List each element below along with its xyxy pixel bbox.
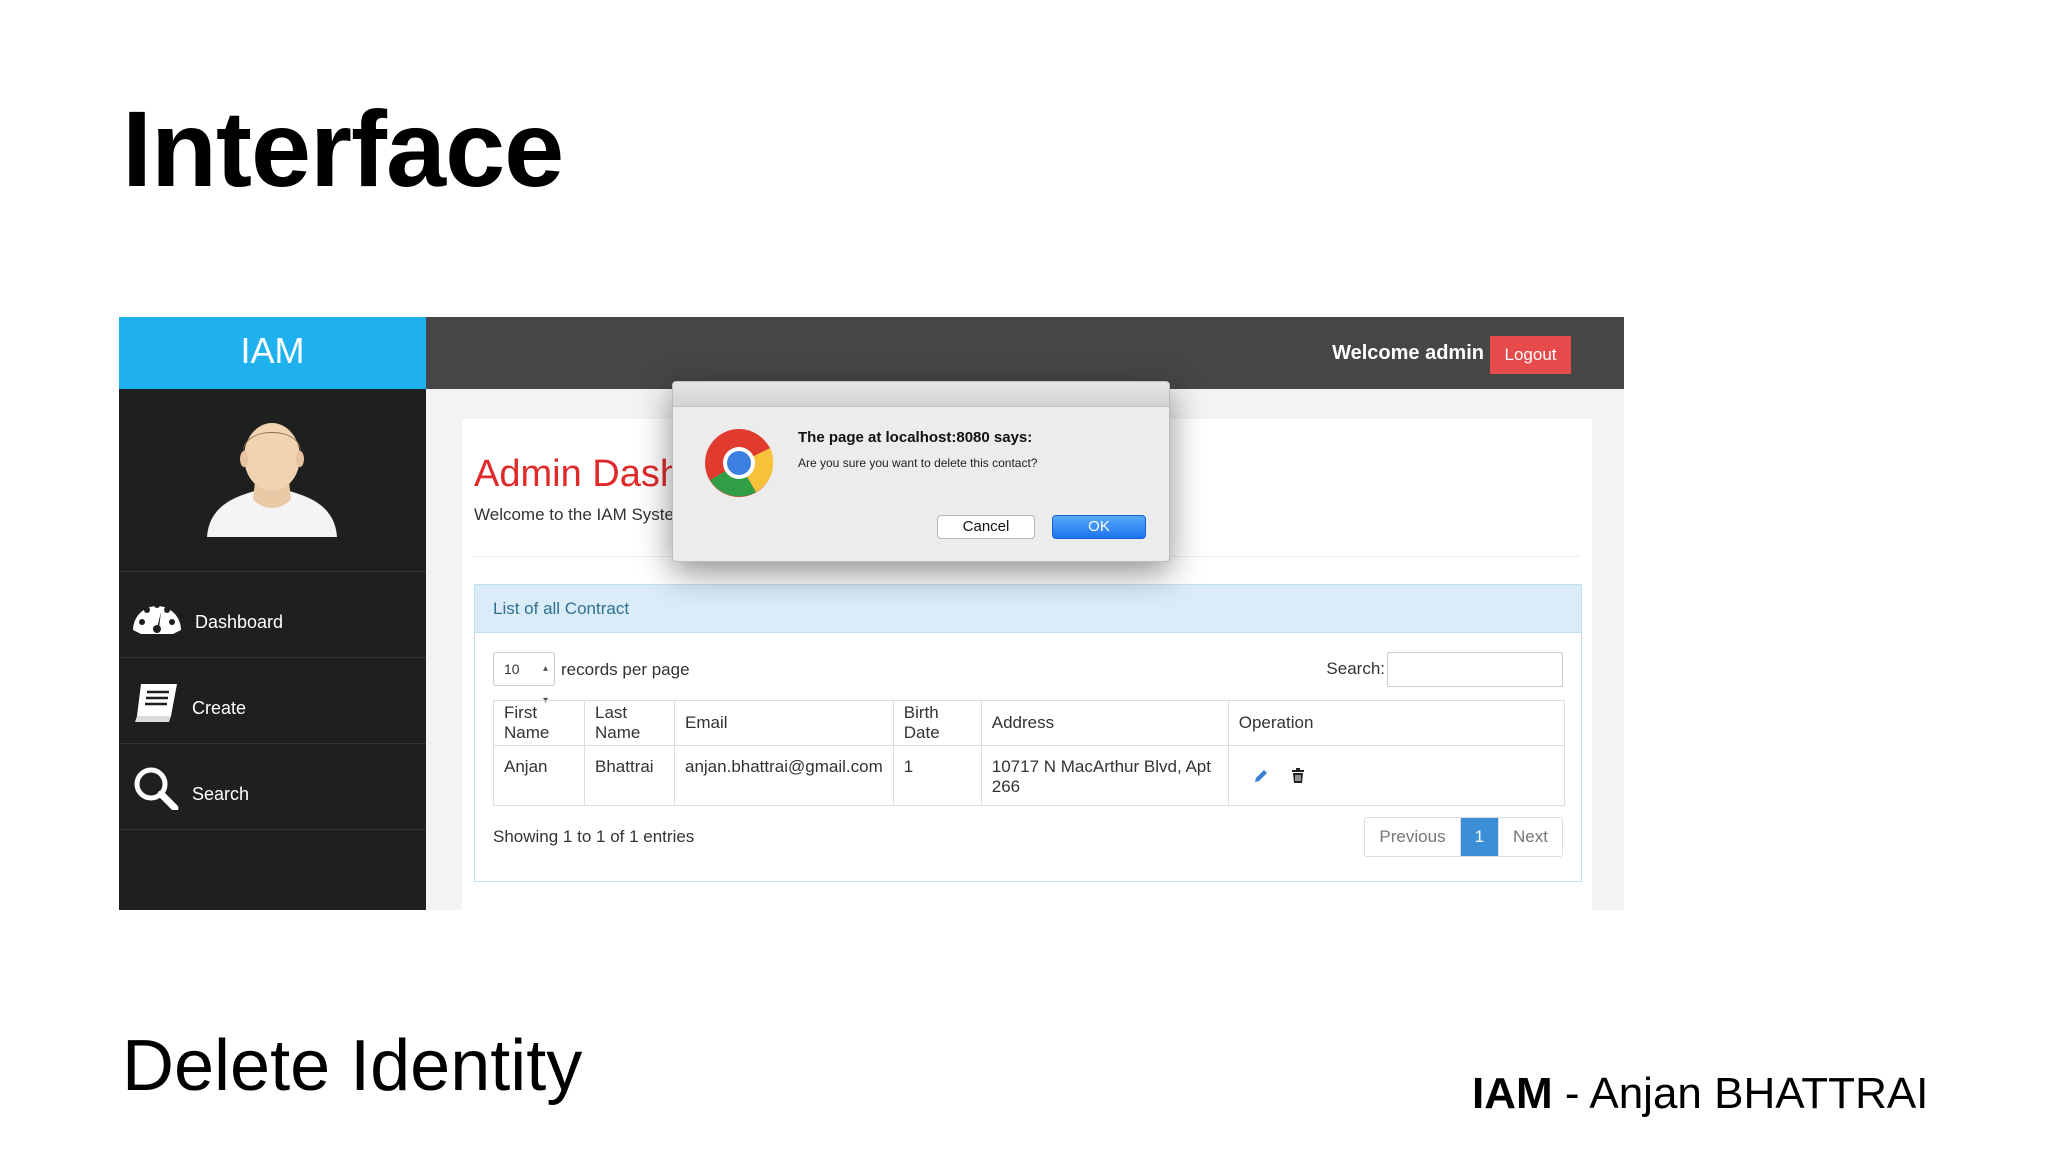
- sidebar-item-label: Create: [192, 698, 247, 718]
- cell-email: anjan.bhattrai@gmail.com: [674, 745, 894, 806]
- sidebar-item-dashboard[interactable]: Dashboard: [119, 572, 426, 658]
- column-header-last-name[interactable]: Last Name: [584, 700, 675, 746]
- magnifier-icon: [134, 767, 179, 810]
- pagination-page-1[interactable]: 1: [1460, 818, 1499, 856]
- footer-brand: IAM: [1472, 1069, 1553, 1118]
- edit-pencil-icon[interactable]: [1253, 768, 1269, 784]
- page-title: Admin Dash: [474, 453, 681, 495]
- app-brand: IAM: [119, 317, 426, 389]
- avatar: [119, 389, 426, 572]
- footer-author: Anjan BHATTRAI: [1589, 1069, 1929, 1118]
- delete-trash-icon[interactable]: [1291, 768, 1305, 784]
- logout-button[interactable]: Logout: [1490, 336, 1571, 374]
- slide-footer: IAM - Anjan BHATTRAI: [1472, 1072, 1928, 1116]
- sidebar-item-label: Search: [192, 784, 250, 804]
- column-header-first-name[interactable]: First Name: [493, 700, 585, 746]
- dialog-message: Are you sure you want to delete this con…: [798, 456, 1038, 470]
- book-icon: [135, 684, 177, 722]
- welcome-text: Welcome admin: [1332, 342, 1484, 364]
- cell-first-name: Anjan: [493, 745, 585, 806]
- slide-title: Interface: [122, 88, 564, 209]
- pagination-previous[interactable]: Previous: [1365, 818, 1461, 856]
- top-bar: Welcome admin Logout: [426, 317, 1624, 389]
- dialog-title-bar: [673, 382, 1169, 407]
- column-header-birth-date[interactable]: Birth Date: [892, 700, 982, 746]
- dashboard-gauge-icon: [133, 602, 181, 634]
- cell-address: 10717 N MacArthur Blvd, Apt 266: [980, 745, 1229, 806]
- cell-birth-date: 1: [892, 745, 982, 806]
- table-header-row: First Name Last Name Email Birth Date Ad…: [493, 700, 1566, 746]
- sidebar-item-label: Dashboard: [195, 612, 284, 632]
- cell-operation: [1227, 745, 1566, 806]
- dialog-ok-button[interactable]: OK: [1052, 515, 1146, 539]
- user-avatar-icon: [207, 423, 337, 537]
- column-header-email[interactable]: Email: [674, 700, 894, 746]
- sidebar-item-create[interactable]: Create: [119, 658, 426, 744]
- cell-last-name: Bhattrai: [584, 745, 675, 806]
- search-label: Search:: [1326, 659, 1385, 678]
- records-per-page-select[interactable]: 10 ▴ ▾: [493, 652, 555, 706]
- chrome-logo-icon: [705, 429, 774, 497]
- app-screenshot: IAM Dashboard Create Search Welcome admi…: [119, 317, 1624, 910]
- dialog-cancel-button[interactable]: Cancel: [937, 515, 1035, 539]
- page-subtitle: Welcome to the IAM Syste: [474, 505, 674, 524]
- contacts-panel: List of all Contract 10 ▴ ▾ records per p…: [474, 584, 1582, 882]
- column-header-operation[interactable]: Operation: [1227, 700, 1566, 746]
- pagination-next[interactable]: Next: [1498, 818, 1562, 856]
- records-per-page-value: 10: [504, 661, 520, 677]
- slide-subtitle: Delete Identity: [122, 1026, 583, 1106]
- dialog-title: The page at localhost:8080 says:: [798, 429, 1033, 446]
- footer-separator: -: [1552, 1069, 1590, 1118]
- pagination: Previous 1 Next: [1364, 817, 1563, 857]
- search-input[interactable]: [1387, 652, 1563, 687]
- panel-title: List of all Contract: [475, 585, 1581, 633]
- sidebar-item-search[interactable]: Search: [119, 744, 426, 830]
- table-info: Showing 1 to 1 of 1 entries: [493, 827, 695, 846]
- column-header-address[interactable]: Address: [980, 700, 1229, 746]
- contacts-table: First Name Last Name Email Birth Date Ad…: [493, 700, 1566, 806]
- records-per-page-label: records per page: [561, 660, 690, 679]
- table-row: Anjan Bhattrai anjan.bhattrai@gmail.com …: [493, 745, 1566, 806]
- confirm-dialog: The page at localhost:8080 says: Are you…: [672, 381, 1170, 562]
- sidebar: IAM Dashboard Create Search: [119, 317, 426, 910]
